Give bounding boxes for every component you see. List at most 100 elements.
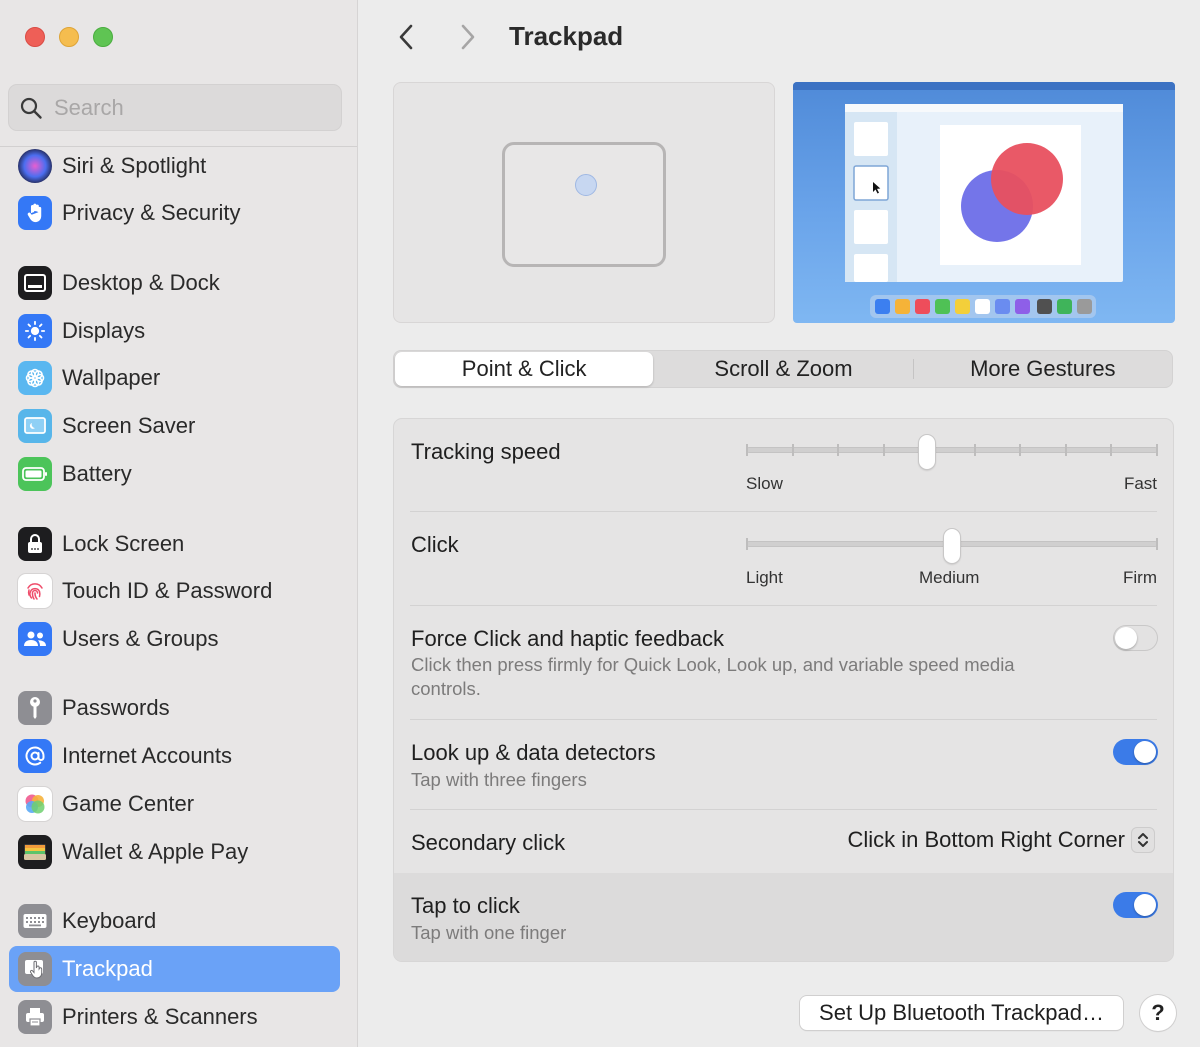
slider-tick	[1110, 444, 1113, 456]
sidebar-item-passwords[interactable]: Passwords	[9, 685, 340, 731]
look-up-description: Tap with three fingers	[411, 769, 587, 790]
look-up-toggle[interactable]	[1113, 739, 1158, 765]
sidebar-item-keyboard[interactable]: Keyboard	[9, 898, 340, 944]
tracking-speed-slider[interactable]	[746, 433, 1158, 473]
battery-icon	[18, 457, 52, 491]
sidebar-item-label: Wallet & Apple Pay	[62, 839, 249, 864]
sidebar-item-label: Desktop & Dock	[62, 270, 220, 295]
tracking-speed-min-label: Slow	[746, 474, 783, 493]
users-icon	[18, 622, 52, 656]
forward-button[interactable]	[453, 22, 483, 52]
sidebar-item-users-groups[interactable]: Users & Groups	[9, 616, 340, 662]
fingerprint-icon	[18, 574, 52, 608]
gesture-demo-preview	[793, 82, 1175, 323]
trackpad-preview	[393, 82, 775, 323]
click-medium-label: Medium	[919, 568, 980, 587]
sidebar-item-label: Trackpad	[62, 956, 153, 981]
click-firmness-slider[interactable]	[746, 527, 1158, 567]
window-controls	[25, 27, 113, 47]
page-title: Trackpad	[509, 21, 624, 51]
tracking-speed-label: Tracking speed	[411, 439, 561, 464]
sidebar-item-screen-saver[interactable]: Screen Saver	[9, 403, 340, 449]
dock-icon	[18, 266, 52, 300]
setup-bluetooth-trackpad-button[interactable]: Set Up Bluetooth Trackpad…	[800, 996, 1123, 1030]
tracking-speed-slider-knob[interactable]	[919, 435, 936, 469]
key-icon	[18, 691, 52, 725]
sidebar-item-label: Siri & Spotlight	[62, 153, 207, 178]
sidebar-item-trackpad[interactable]: Trackpad	[9, 946, 340, 992]
chevron-left-icon	[399, 24, 413, 50]
click-label: Click	[411, 532, 459, 557]
sidebar-item-label: Screen Saver	[62, 413, 196, 438]
slider-tick	[1019, 444, 1022, 456]
slider-tick	[882, 444, 885, 456]
sidebar-item-label: Passwords	[62, 695, 170, 720]
tab-point-click[interactable]: Point & Click	[395, 352, 654, 386]
search-input[interactable]	[54, 94, 314, 121]
row-divider	[410, 605, 1157, 606]
screen-saver-icon	[18, 409, 52, 443]
sidebar-item-wallet[interactable]: Wallet & Apple Pay	[9, 829, 340, 875]
sidebar-item-internet-accounts[interactable]: Internet Accounts	[9, 733, 340, 779]
slider-tick	[746, 538, 748, 550]
close-window-button[interactable]	[25, 27, 45, 47]
at-icon	[18, 739, 52, 773]
tab-more-gestures[interactable]: More Gestures	[914, 351, 1172, 387]
back-button[interactable]	[391, 22, 421, 52]
sidebar-item-battery[interactable]: Battery	[9, 451, 340, 497]
sidebar-item-label: Touch ID & Password	[62, 578, 273, 603]
sidebar-item-privacy-security[interactable]: Privacy & Security	[9, 190, 340, 236]
slider-tick	[746, 444, 748, 456]
sidebar-item-game-center[interactable]: Game Center	[9, 781, 340, 827]
secondary-click-value: Click in Bottom Right Corner	[847, 827, 1125, 852]
click-firmness-slider-knob[interactable]	[944, 529, 960, 563]
sidebar-item-lock-screen[interactable]: Lock Screen	[9, 521, 340, 567]
slider-tick	[791, 444, 794, 456]
tab-scroll-zoom[interactable]: Scroll & Zoom	[654, 351, 912, 387]
sidebar-item-printers-scanners[interactable]: Printers & Scanners	[9, 994, 340, 1040]
sidebar-item-siri-spotlight[interactable]: Siri & Spotlight	[9, 143, 340, 189]
help-button[interactable]: ?	[1140, 995, 1176, 1031]
trackpad-icon	[18, 952, 52, 986]
sidebar-item-displays[interactable]: Displays	[9, 308, 340, 354]
sidebar-item-label: Lock Screen	[62, 531, 185, 556]
row-divider	[410, 809, 1157, 810]
sidebar-item-label: Wallpaper	[62, 365, 161, 390]
slider-tick	[1156, 444, 1158, 456]
slider-tick	[1064, 444, 1067, 456]
force-click-label: Force Click and haptic feedback	[411, 626, 725, 651]
tracking-speed-max-label: Fast	[1123, 474, 1157, 493]
sidebar-item-label: Battery	[62, 461, 132, 486]
minimize-window-button[interactable]	[59, 27, 79, 47]
flower-icon	[18, 361, 52, 395]
toolbar: Trackpad	[359, 0, 1200, 74]
sidebar-item-label: Printers & Scanners	[62, 1004, 258, 1029]
force-click-toggle[interactable]	[1113, 625, 1158, 651]
sidebar-item-label: Keyboard	[62, 908, 157, 933]
secondary-click-label: Secondary click	[411, 830, 566, 855]
tap-to-click-toggle[interactable]	[1113, 892, 1158, 918]
up-down-chevron-icon	[1131, 827, 1155, 853]
chevron-right-icon	[461, 24, 475, 50]
row-divider	[410, 719, 1157, 720]
game-center-icon	[18, 787, 52, 821]
tap-to-click-description: Tap with one finger	[411, 922, 567, 943]
search-field[interactable]	[8, 84, 342, 131]
trackpad-illustration	[502, 142, 666, 267]
sidebar-item-desktop-dock[interactable]: Desktop & Dock	[9, 260, 340, 306]
secondary-click-popup[interactable]: Click in Bottom Right Corner	[847, 827, 1155, 853]
zoom-window-button[interactable]	[93, 27, 113, 47]
main-content: Trackpad Point & Click Scroll & Zoom Mor…	[359, 0, 1200, 1047]
row-divider	[410, 511, 1157, 512]
sidebar-item-label: Game Center	[62, 791, 195, 816]
sidebar-item-label: Users & Groups	[62, 626, 219, 651]
hand-icon	[18, 196, 52, 230]
sidebar-item-label: Displays	[62, 318, 146, 343]
search-icon	[20, 97, 42, 119]
slider-tick	[973, 444, 976, 456]
slider-tick	[837, 444, 840, 456]
desktop-demo-illustration	[793, 82, 1175, 318]
sidebar-item-touch-id[interactable]: Touch ID & Password	[9, 568, 340, 614]
sidebar-item-wallpaper[interactable]: Wallpaper	[9, 355, 340, 401]
click-firm-label: Firm	[1123, 568, 1157, 587]
